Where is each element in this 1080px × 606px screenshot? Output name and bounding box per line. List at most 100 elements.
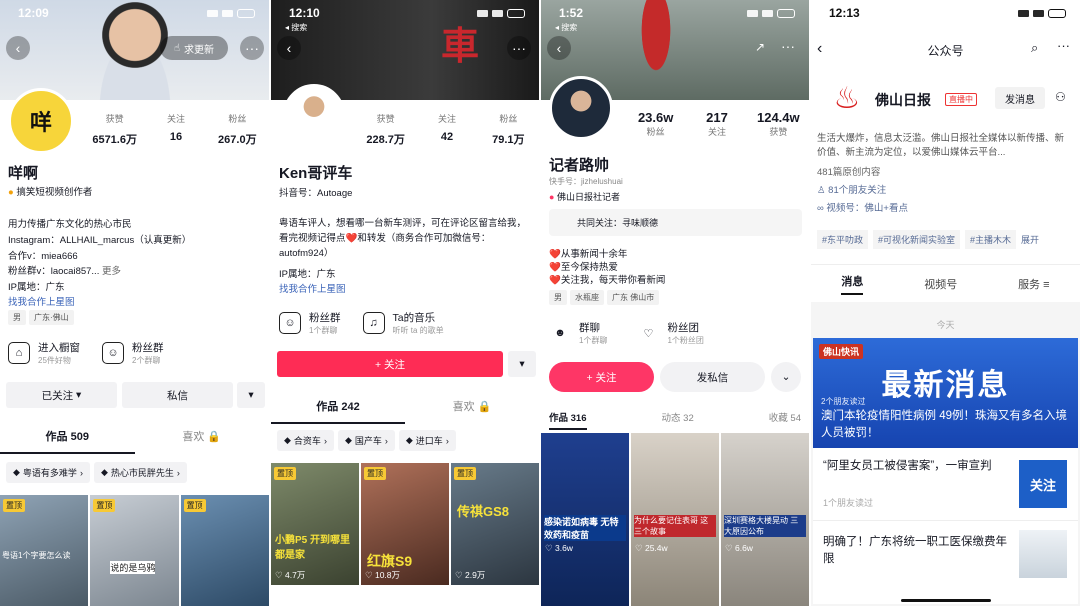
- fans-group-entry[interactable]: ☺ 粉丝群 2个群聊: [102, 340, 164, 366]
- more-icon[interactable]: ···: [240, 36, 264, 60]
- tab-messages[interactable]: 消息: [841, 273, 864, 295]
- article-title[interactable]: “阿里女员工被侵害案”，一审宣判: [823, 458, 1013, 475]
- tab-works[interactable]: 作品 509: [0, 428, 135, 454]
- video-thumb[interactable]: 置顶 红旗S9 ♡ 10.8万: [361, 463, 449, 585]
- bio-line: ❤️关注我，每天带你看新闻: [549, 275, 666, 286]
- hand-icon: ☝: [173, 42, 181, 54]
- live-badge[interactable]: 直播中: [945, 93, 977, 106]
- more-icon[interactable]: ···: [1057, 38, 1070, 53]
- expand-button[interactable]: ⌄: [771, 362, 801, 392]
- hashtag[interactable]: #主播木木: [965, 230, 1017, 249]
- video-channel-link[interactable]: ∞ 视频号：佛山+看点: [817, 200, 908, 214]
- tab-video-channel[interactable]: 视频号: [924, 276, 957, 292]
- tab-likes[interactable]: 喜欢 🔒: [405, 398, 539, 424]
- follow-button[interactable]: + 关注: [277, 351, 503, 377]
- account-name: 佛山日报: [875, 92, 931, 108]
- dropdown-button[interactable]: ▾: [237, 382, 265, 408]
- profile-panel-ken: 車 12:10 ◂ 搜索 ‹ ··· 获赞 228.7万 关注 42 粉丝 79.1万…: [271, 0, 539, 606]
- stat-following[interactable]: 217 关注: [686, 110, 747, 138]
- heart-icon: ♡: [643, 327, 654, 340]
- stat-following[interactable]: 关注 16: [145, 112, 206, 147]
- profile-stats: 获赞 228.7万 关注 42 粉丝 79.1万: [355, 112, 539, 147]
- tab-works[interactable]: 作品 242: [271, 398, 405, 424]
- bio-text: 粤语车评人，想看哪一台新车测评，可在评论区留言给我，看完视频记得点❤️和转发（商…: [279, 218, 527, 259]
- more-icon[interactable]: ···: [781, 38, 795, 54]
- bio-line: ❤️从事新闻十余年: [549, 249, 628, 260]
- group-icon: ☻: [554, 327, 566, 339]
- feature-row: ⌂ 进入橱窗 25件好物 ☺ 粉丝群 2个群聊: [8, 340, 164, 366]
- expand-link[interactable]: 展开: [1021, 230, 1039, 249]
- tab-posts[interactable]: 动态 32: [662, 410, 694, 430]
- dropdown-button[interactable]: ▾: [508, 351, 536, 377]
- gender-tag: 男: [549, 290, 567, 305]
- article-title[interactable]: 明确了！广东将统一职工医保缴费年限: [823, 534, 1013, 568]
- video-thumb[interactable]: 感染诺如病毒 无特效药和疫苗 ♡ 3.6w: [541, 433, 629, 606]
- video-thumb[interactable]: 置顶 说的是乌鸦: [90, 495, 179, 606]
- fan-team-entry[interactable]: ♡ 粉丝团 1个粉丝团: [637, 320, 704, 346]
- tab-favorites[interactable]: 收藏 54: [769, 410, 801, 430]
- video-thumb[interactable]: 置顶: [180, 495, 269, 606]
- chip-collection[interactable]: ◆ 热心市民胖先生 ›: [93, 462, 187, 483]
- add-user-icon[interactable]: ⚇: [1055, 90, 1066, 104]
- followed-button[interactable]: 已关注 ▾: [6, 382, 117, 408]
- video-thumb[interactable]: 置顶 传祺GS8 ♡ 2.9万: [451, 463, 539, 585]
- tab-likes[interactable]: 喜欢 🔒: [135, 428, 270, 454]
- fans-group-entry[interactable]: ☺ 粉丝群 1个群聊: [279, 310, 341, 336]
- avatar[interactable]: [549, 76, 613, 140]
- follow-button[interactable]: + 关注: [549, 362, 654, 392]
- article-thumb: 关注: [1019, 460, 1067, 508]
- profile-tags: 男水瓶座 广东 佛山市: [549, 290, 662, 305]
- avatar[interactable]: 咩: [8, 88, 74, 154]
- message-card[interactable]: 佛山快讯 最新消息 2个朋友读过 澳门本轮疫情阳性病例 49例！珠海又有多名入境…: [813, 338, 1078, 604]
- stat-likes: 124.4w 获赞: [756, 110, 800, 137]
- video-thumb[interactable]: 深圳赛格大楼晃动 三大原因公布 ♡ 6.6w: [721, 433, 809, 606]
- hashtag[interactable]: #可视化新闻实验室: [873, 230, 961, 249]
- stat-likes: 获赞 228.7万: [366, 114, 405, 146]
- cooperate-link[interactable]: 找我合作上星图: [8, 294, 75, 308]
- more-icon[interactable]: ···: [507, 36, 531, 60]
- back-to-search[interactable]: ◂ 搜索: [285, 22, 307, 33]
- back-button[interactable]: ‹: [547, 36, 571, 60]
- chip-collection[interactable]: ◆ 进口车 ›: [398, 430, 456, 451]
- search-icon[interactable]: ⌕: [1031, 40, 1038, 56]
- group-chat-entry[interactable]: ☻ 群聊 1个群聊: [549, 320, 607, 346]
- feature-row: ☻ 群聊 1个群聊 ♡ 粉丝团 1个粉丝团: [549, 320, 704, 346]
- zodiac-tag: 水瓶座: [570, 290, 604, 305]
- feature-row: ☺ 粉丝群 1个群聊 ♫ Ta的音乐 听听 ta 的歌单: [279, 310, 444, 336]
- video-thumb[interactable]: 置顶 小鹏P5 开到哪里都是家 ♡ 4.7万: [271, 463, 359, 585]
- chip-collection[interactable]: ◆ 粤语有多难学 ›: [6, 462, 90, 483]
- avatar[interactable]: [283, 84, 345, 146]
- bio-line: 粉丝群v：laocai857... 更多: [8, 266, 121, 277]
- request-update-button[interactable]: ☝ 求更新: [160, 36, 228, 60]
- video-thumb[interactable]: 为什么要记住表哥 这三个故事 ♡ 25.4w: [631, 433, 719, 606]
- chip-collection[interactable]: ◆ 国产车 ›: [337, 430, 395, 451]
- profile-panel-lushuai: 1:52 ◂ 搜索 ‹ ↗ ··· 23.6w 粉丝 217 关注 124.4w 获赞…: [541, 0, 809, 606]
- bio-line: Instagram：ALLHAIL_marcus（认真更新）: [8, 235, 192, 246]
- stat-followers[interactable]: 粉丝 79.1万: [478, 112, 539, 147]
- common-follow[interactable]: 共同关注：寻味顺德: [549, 209, 802, 236]
- share-icon[interactable]: ↗: [755, 40, 765, 54]
- tab-services[interactable]: 服务 ≡: [1018, 276, 1049, 292]
- video-thumb[interactable]: 置顶 粤语1个字要怎么读: [0, 495, 89, 606]
- friends-follow[interactable]: ♙ 81个朋友关注: [817, 182, 886, 196]
- tab-works[interactable]: 作品 316: [549, 410, 587, 430]
- video-grid: 置顶 粤语1个字要怎么读 置顶 说的是乌鸦 置顶: [0, 495, 269, 606]
- more-link[interactable]: 更多: [102, 266, 121, 277]
- stat-followers[interactable]: 23.6w 粉丝: [625, 110, 686, 138]
- account-id: 抖音号：Autoage: [279, 188, 353, 199]
- message-button[interactable]: 私信: [122, 382, 233, 408]
- shop-entry[interactable]: ⌂ 进入橱窗 25件好物: [8, 340, 80, 366]
- back-button[interactable]: ‹: [6, 36, 30, 60]
- stat-following[interactable]: 关注 42: [416, 112, 477, 147]
- article-thumb: [1019, 530, 1067, 578]
- chip-collection[interactable]: ◆ 合资车 ›: [277, 430, 334, 451]
- cooperate-link[interactable]: 找我合作上星图: [279, 281, 346, 295]
- music-entry[interactable]: ♫ Ta的音乐 听听 ta 的歌单: [362, 310, 444, 336]
- send-message-button[interactable]: 发消息: [995, 87, 1045, 109]
- back-to-search[interactable]: ◂ 搜索: [555, 22, 577, 33]
- hashtag[interactable]: #东平叻政: [817, 230, 869, 249]
- official-account-panel: 12:13 ‹ 公众号 ⌕ ··· ♨ 佛山日报 直播中 发消息 ⚇ 生活大爆炸…: [811, 0, 1080, 606]
- stat-followers[interactable]: 粉丝 267.0万: [207, 112, 268, 147]
- message-button[interactable]: 发私信: [660, 362, 765, 392]
- back-button[interactable]: ‹: [277, 36, 301, 60]
